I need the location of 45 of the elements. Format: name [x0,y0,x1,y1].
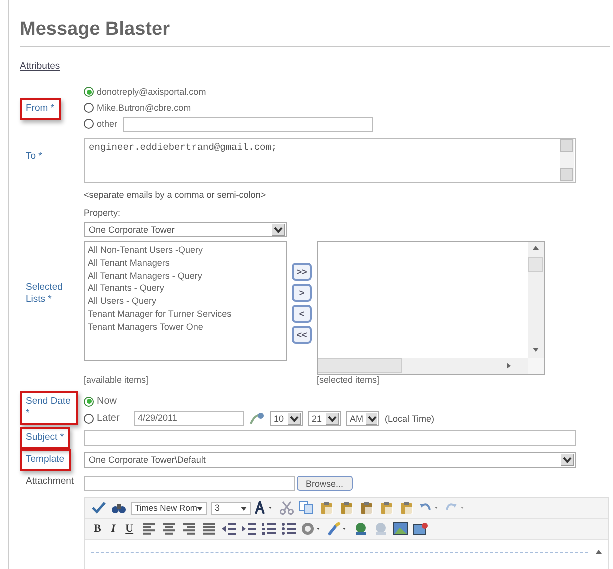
property-dropdown[interactable]: One Corporate Tower [84,222,287,237]
hour-dropdown[interactable]: 10 [270,411,303,426]
radio-label: Now [97,396,118,407]
list-item[interactable]: All Non-Tenant Users -Query [88,244,283,257]
move-button[interactable]: >> [292,263,312,281]
list-item[interactable]: All Tenant Managers - Query [88,270,283,282]
page-title: Message Blaster [19,18,171,42]
font-dropdown[interactable]: Times New Rom [131,502,207,514]
list-item[interactable]: All Users - Query [88,295,283,308]
time-note: (Local Time) [385,414,435,424]
attributes-link[interactable]: Attributes [20,61,60,72]
format-button[interactable]: U [122,523,137,535]
move-button[interactable]: << [292,326,312,344]
browse-button[interactable]: Browse... [297,476,353,491]
list-item[interactable]: Tenant Managers Tower One [88,320,283,334]
field-label: From * [20,98,60,120]
radio-label: other [97,119,118,129]
ampm-dropdown[interactable]: AM [346,411,379,426]
format-button[interactable]: B [91,523,104,535]
field-label: Selected Lists * [25,281,64,307]
minute-dropdown[interactable]: 21 [308,411,341,426]
radio-label: donotreply@axisportal.com [97,87,206,97]
email-text: engineer.eddiebertrand@gmail.com; [89,142,278,153]
date-field[interactable]: 4/29/2011 [134,411,244,426]
list-item[interactable]: All Tenants - Query [88,282,283,296]
move-button[interactable]: > [292,284,312,302]
field-label: Attachment [25,475,76,489]
template-dropdown[interactable]: One Corporate Tower\Default [84,452,576,468]
list-item[interactable]: All Tenant Managers [88,256,283,270]
list-caption: [available items] [84,375,150,385]
field-label: Send Date * [20,391,78,425]
to-field[interactable]: engineer.eddiebertrand@gmail.com; [84,138,576,183]
list-item[interactable]: Tenant Manager for Turner Services [88,308,283,321]
hint-text: <separate emails by a comma or semi-colon> [84,189,268,201]
radio-label: Later [97,413,121,424]
format-button[interactable]: I [108,523,119,535]
move-button[interactable]: < [292,305,312,323]
property-label: Property: [84,207,122,219]
field-label: Subject * [20,427,70,449]
field-label: Template [20,449,71,471]
size-dropdown[interactable]: 3 [211,502,251,514]
field-label: To * [25,150,44,164]
list-caption: [selected items] [317,375,381,385]
available-list[interactable]: All Non-Tenant Users -Query All Tenant Managers All Tenant Managers - Query All Tenants - Query All Users - Query Tenant Manager for Turner Services Tenant Managers Tower One [84,241,287,361]
radio-label: Mike.Butron@cbre.com [97,103,192,113]
